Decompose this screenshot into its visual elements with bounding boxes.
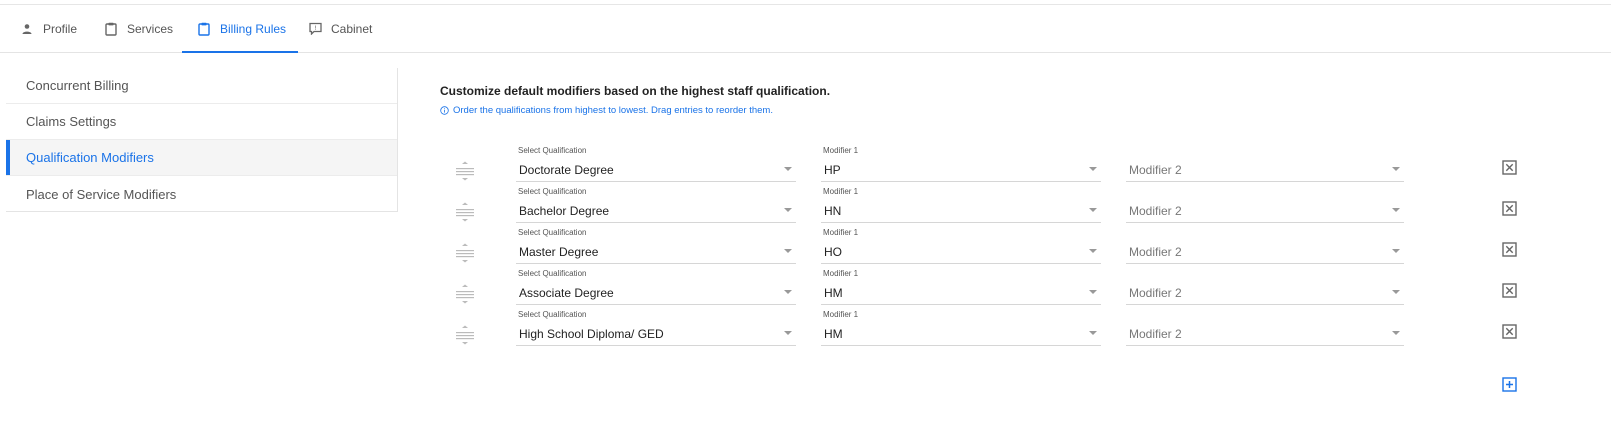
modifier2-select[interactable]: Modifier 2 bbox=[1126, 310, 1404, 346]
drag-handle-icon[interactable] bbox=[456, 161, 474, 181]
field-placeholder: Modifier 2 bbox=[1129, 245, 1182, 259]
field-value: HM bbox=[824, 286, 843, 300]
chevron-down-icon bbox=[784, 331, 792, 335]
tab-label: Services bbox=[127, 21, 174, 36]
tab-billing-rules[interactable]: Billing Rules bbox=[181, 5, 299, 53]
sidebar-item-label: Place of Service Modifiers bbox=[26, 186, 177, 202]
chevron-down-icon bbox=[1089, 167, 1097, 171]
qualification-select[interactable]: Select Qualification Associate Degree bbox=[516, 269, 796, 305]
sidebar-item-label: Claims Settings bbox=[26, 114, 117, 129]
field-value: HM bbox=[824, 327, 843, 341]
field-value: HP bbox=[824, 163, 841, 177]
field-placeholder: Modifier 2 bbox=[1129, 286, 1182, 300]
chevron-down-icon bbox=[1392, 331, 1400, 335]
chevron-down-icon bbox=[784, 167, 792, 171]
field-placeholder: Modifier 2 bbox=[1129, 204, 1182, 218]
clipboard-icon bbox=[104, 22, 118, 36]
tab-cabinet[interactable]: ! Cabinet bbox=[308, 5, 372, 52]
chevron-down-icon bbox=[1392, 249, 1400, 253]
chevron-down-icon bbox=[1089, 331, 1097, 335]
modifier1-select[interactable]: Modifier 1 HM bbox=[821, 310, 1101, 346]
sidebar-item-label: Concurrent Billing bbox=[26, 78, 129, 93]
field-label: Modifier 1 bbox=[823, 187, 859, 196]
field-label: Modifier 1 bbox=[823, 269, 859, 278]
sidebar-item-place-of-service-modifiers[interactable]: Place of Service Modifiers bbox=[6, 176, 397, 212]
qualification-select[interactable]: Select Qualification Doctorate Degree bbox=[516, 146, 796, 182]
chevron-down-icon bbox=[1089, 208, 1097, 212]
tab-label: Billing Rules bbox=[220, 21, 287, 36]
tab-profile[interactable]: Profile bbox=[20, 5, 77, 52]
qualification-row: Select Qualification Doctorate Degree Mo… bbox=[440, 146, 1540, 187]
qualification-row: Select Qualification High School Diploma… bbox=[440, 310, 1540, 351]
chevron-down-icon bbox=[784, 208, 792, 212]
reorder-hint: Order the qualifications from highest to… bbox=[440, 105, 773, 116]
field-label: Select Qualification bbox=[518, 228, 587, 237]
field-label: Modifier 1 bbox=[823, 310, 859, 319]
chevron-down-icon bbox=[1089, 290, 1097, 294]
drag-handle-icon[interactable] bbox=[456, 243, 474, 263]
sidebar-item-claims-settings[interactable]: Claims Settings bbox=[6, 104, 397, 140]
clipboard-icon bbox=[197, 22, 211, 36]
field-label: Modifier 1 bbox=[823, 228, 859, 237]
chevron-down-icon bbox=[1392, 167, 1400, 171]
field-label: Select Qualification bbox=[518, 269, 587, 278]
field-label: Select Qualification bbox=[518, 146, 587, 155]
chevron-down-icon bbox=[784, 290, 792, 294]
remove-row-icon[interactable] bbox=[1502, 201, 1517, 216]
qualification-select[interactable]: Select Qualification High School Diploma… bbox=[516, 310, 796, 346]
modifier1-select[interactable]: Modifier 1 HP bbox=[821, 146, 1101, 182]
field-label: Modifier 1 bbox=[823, 146, 859, 155]
field-value: High School Diploma/ GED bbox=[519, 327, 664, 341]
chat-icon: ! bbox=[308, 22, 322, 36]
tab-label: Cabinet bbox=[331, 21, 373, 36]
qualification-select[interactable]: Select Qualification Master Degree bbox=[516, 228, 796, 264]
qualification-row: Select Qualification Master Degree Modif… bbox=[440, 228, 1540, 269]
remove-row-icon[interactable] bbox=[1502, 160, 1517, 175]
sidebar-item-label: Qualification Modifiers bbox=[26, 150, 154, 165]
modifier2-select[interactable]: Modifier 2 bbox=[1126, 146, 1404, 182]
field-label: Select Qualification bbox=[518, 310, 587, 319]
field-value: HO bbox=[824, 245, 842, 259]
chevron-down-icon bbox=[784, 249, 792, 253]
add-row-icon[interactable] bbox=[1502, 377, 1517, 392]
modifier2-select[interactable]: Modifier 2 bbox=[1126, 269, 1404, 305]
modifier2-select[interactable]: Modifier 2 bbox=[1126, 187, 1404, 223]
billing-rules-sidebar: Concurrent Billing Claims Settings Quali… bbox=[6, 68, 398, 212]
drag-handle-icon[interactable] bbox=[456, 202, 474, 222]
drag-handle-icon[interactable] bbox=[456, 284, 474, 304]
drag-handle-icon[interactable] bbox=[456, 325, 474, 345]
field-value: Doctorate Degree bbox=[519, 163, 614, 177]
field-value: Associate Degree bbox=[519, 286, 614, 300]
info-icon bbox=[440, 106, 449, 115]
chevron-down-icon bbox=[1392, 208, 1400, 212]
qualification-row: Select Qualification Bachelor Degree Mod… bbox=[440, 187, 1540, 228]
tab-services[interactable]: Services bbox=[104, 5, 173, 52]
field-value: Bachelor Degree bbox=[519, 204, 610, 218]
field-value: Master Degree bbox=[519, 245, 599, 259]
remove-row-icon[interactable] bbox=[1502, 242, 1517, 257]
remove-row-icon[interactable] bbox=[1502, 324, 1517, 339]
chevron-down-icon bbox=[1392, 290, 1400, 294]
modifier1-select[interactable]: Modifier 1 HN bbox=[821, 187, 1101, 223]
svg-text:!: ! bbox=[314, 25, 316, 32]
field-value: HN bbox=[824, 204, 842, 218]
person-icon bbox=[20, 22, 34, 36]
modifier1-select[interactable]: Modifier 1 HM bbox=[821, 269, 1101, 305]
modifier2-select[interactable]: Modifier 2 bbox=[1126, 228, 1404, 264]
sidebar-item-concurrent-billing[interactable]: Concurrent Billing bbox=[6, 68, 397, 104]
remove-row-icon[interactable] bbox=[1502, 283, 1517, 298]
field-placeholder: Modifier 2 bbox=[1129, 163, 1182, 177]
modifier1-select[interactable]: Modifier 1 HO bbox=[821, 228, 1101, 264]
section-title: Customize default modifiers based on the… bbox=[440, 84, 831, 98]
sidebar-item-qualification-modifiers[interactable]: Qualification Modifiers bbox=[6, 140, 397, 176]
hint-text: Order the qualifications from highest to… bbox=[453, 105, 773, 116]
field-placeholder: Modifier 2 bbox=[1129, 327, 1182, 341]
qualification-select[interactable]: Select Qualification Bachelor Degree bbox=[516, 187, 796, 223]
qualification-row: Select Qualification Associate Degree Mo… bbox=[440, 269, 1540, 310]
field-label: Select Qualification bbox=[518, 187, 587, 196]
tab-label: Profile bbox=[43, 21, 78, 36]
tab-bar: Profile Services Billing Rules ! Cabinet bbox=[0, 5, 1611, 53]
chevron-down-icon bbox=[1089, 249, 1097, 253]
